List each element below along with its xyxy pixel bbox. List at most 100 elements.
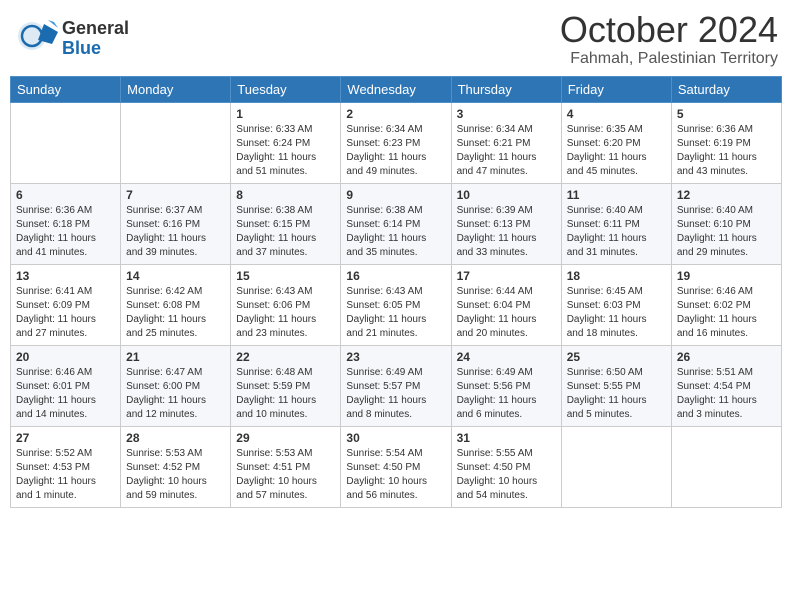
calendar-cell: 3 Sunrise: 6:34 AMSunset: 6:21 PMDaylight… xyxy=(451,102,561,183)
day-number: 17 xyxy=(457,269,556,283)
day-number: 26 xyxy=(677,350,776,364)
logo-text: General Blue xyxy=(62,19,129,59)
logo-icon xyxy=(14,14,58,58)
cell-sunrise: Sunrise: 6:47 AMSunset: 6:00 PMDaylight:… xyxy=(126,367,206,420)
day-number: 21 xyxy=(126,350,225,364)
calendar-cell: 9Sunrise: 6:38 AMSunset: 6:14 PMDaylight… xyxy=(341,183,451,264)
cell-sunrise: Sunrise: 6:34 AMSunset: 6:23 PMDaylight:… xyxy=(346,124,426,177)
calendar-cell: 4 Sunrise: 6:35 AMSunset: 6:20 PMDaylight… xyxy=(561,102,671,183)
cell-sunrise: Sunrise: 6:42 AMSunset: 6:08 PMDaylight:… xyxy=(126,286,206,339)
calendar-cell: 8 Sunrise: 6:38 AMSunset: 6:15 PMDaylight… xyxy=(231,183,341,264)
day-number: 20 xyxy=(16,350,115,364)
cell-sunrise: Sunrise: 6:46 AMSunset: 6:01 PMDaylight:… xyxy=(16,367,96,420)
cell-sunrise: Sunrise: 6:33 AMSunset: 6:24 PMDaylight:… xyxy=(236,124,316,177)
calendar-week-row: 27Sunrise: 5:52 AMSunset: 4:53 PMDayligh… xyxy=(11,426,782,507)
cell-sunrise: Sunrise: 6:44 AMSunset: 6:04 PMDaylight:… xyxy=(457,286,537,339)
calendar-cell: 31 Sunrise: 5:55 AMSunset: 4:50 PMDayligh… xyxy=(451,426,561,507)
calendar-cell: 23Sunrise: 6:49 AMSunset: 5:57 PMDayligh… xyxy=(341,345,451,426)
day-number: 8 xyxy=(236,188,335,202)
calendar-cell xyxy=(671,426,781,507)
day-number: 22 xyxy=(236,350,335,364)
title-area: October 2024 Fahmah, Palestinian Territo… xyxy=(560,10,778,68)
calendar-cell: 20 Sunrise: 6:46 AMSunset: 6:01 PMDayligh… xyxy=(11,345,121,426)
calendar-cell: 17 Sunrise: 6:44 AMSunset: 6:04 PMDayligh… xyxy=(451,264,561,345)
day-number: 2 xyxy=(346,107,445,121)
cell-sunrise: Sunrise: 5:53 AMSunset: 4:52 PMDaylight:… xyxy=(126,448,207,501)
cell-sunrise: Sunrise: 5:53 AMSunset: 4:51 PMDaylight:… xyxy=(236,448,317,501)
calendar-cell: 6 Sunrise: 6:36 AMSunset: 6:18 PMDaylight… xyxy=(11,183,121,264)
calendar-cell: 22 Sunrise: 6:48 AMSunset: 5:59 PMDayligh… xyxy=(231,345,341,426)
calendar-table: SundayMondayTuesdayWednesdayThursdayFrid… xyxy=(10,76,782,508)
day-number: 18 xyxy=(567,269,666,283)
calendar-cell: 2 Sunrise: 6:34 AMSunset: 6:23 PMDaylight… xyxy=(341,102,451,183)
calendar-cell: 29 Sunrise: 5:53 AMSunset: 4:51 PMDayligh… xyxy=(231,426,341,507)
calendar-day-header: Monday xyxy=(121,76,231,102)
cell-sunrise: Sunrise: 5:52 AMSunset: 4:53 PMDaylight:… xyxy=(16,448,96,501)
day-number: 6 xyxy=(16,188,115,202)
day-number: 12 xyxy=(677,188,776,202)
calendar-cell: 7 Sunrise: 6:37 AMSunset: 6:16 PMDaylight… xyxy=(121,183,231,264)
calendar-cell: 18 Sunrise: 6:45 AMSunset: 6:03 PMDayligh… xyxy=(561,264,671,345)
logo: General Blue xyxy=(14,14,129,63)
calendar-day-header: Sunday xyxy=(11,76,121,102)
calendar-day-header: Friday xyxy=(561,76,671,102)
day-number: 14 xyxy=(126,269,225,283)
cell-sunrise: Sunrise: 6:45 AMSunset: 6:03 PMDaylight:… xyxy=(567,286,647,339)
cell-sunrise: Sunrise: 6:36 AMSunset: 6:19 PMDaylight:… xyxy=(677,124,757,177)
cell-sunrise: Sunrise: 6:39 AMSunset: 6:13 PMDaylight:… xyxy=(457,205,537,258)
calendar-cell: 28Sunrise: 5:53 AMSunset: 4:52 PMDayligh… xyxy=(121,426,231,507)
month-title: October 2024 xyxy=(560,10,778,50)
calendar-day-header: Wednesday xyxy=(341,76,451,102)
calendar-cell: 24 Sunrise: 6:49 AMSunset: 5:56 PMDayligh… xyxy=(451,345,561,426)
calendar-day-header: Thursday xyxy=(451,76,561,102)
calendar-cell xyxy=(561,426,671,507)
cell-sunrise: Sunrise: 6:49 AMSunset: 5:56 PMDaylight:… xyxy=(457,367,537,420)
cell-sunrise: Sunrise: 6:36 AMSunset: 6:18 PMDaylight:… xyxy=(16,205,96,258)
day-number: 29 xyxy=(236,431,335,445)
day-number: 15 xyxy=(236,269,335,283)
calendar-day-header: Tuesday xyxy=(231,76,341,102)
calendar-cell: 15Sunrise: 6:43 AMSunset: 6:06 PMDayligh… xyxy=(231,264,341,345)
cell-sunrise: Sunrise: 6:34 AMSunset: 6:21 PMDaylight:… xyxy=(457,124,537,177)
day-number: 10 xyxy=(457,188,556,202)
day-number: 24 xyxy=(457,350,556,364)
calendar-cell: 27Sunrise: 5:52 AMSunset: 4:53 PMDayligh… xyxy=(11,426,121,507)
calendar-week-row: 20 Sunrise: 6:46 AMSunset: 6:01 PMDayligh… xyxy=(11,345,782,426)
calendar-week-row: 1 Sunrise: 6:33 AMSunset: 6:24 PMDaylight… xyxy=(11,102,782,183)
cell-sunrise: Sunrise: 6:40 AMSunset: 6:10 PMDaylight:… xyxy=(677,205,757,258)
cell-sunrise: Sunrise: 5:55 AMSunset: 4:50 PMDaylight:… xyxy=(457,448,538,501)
calendar-cell xyxy=(11,102,121,183)
calendar-cell: 19Sunrise: 6:46 AMSunset: 6:02 PMDayligh… xyxy=(671,264,781,345)
cell-sunrise: Sunrise: 6:49 AMSunset: 5:57 PMDaylight:… xyxy=(346,367,426,420)
cell-sunrise: Sunrise: 6:46 AMSunset: 6:02 PMDaylight:… xyxy=(677,286,757,339)
day-number: 5 xyxy=(677,107,776,121)
cell-sunrise: Sunrise: 6:38 AMSunset: 6:14 PMDaylight:… xyxy=(346,205,426,258)
day-number: 1 xyxy=(236,107,335,121)
logo-blue: Blue xyxy=(62,39,129,59)
page-header: General Blue October 2024 Fahmah, Palest… xyxy=(10,10,782,68)
cell-sunrise: Sunrise: 6:37 AMSunset: 6:16 PMDaylight:… xyxy=(126,205,206,258)
day-number: 7 xyxy=(126,188,225,202)
cell-sunrise: Sunrise: 6:41 AMSunset: 6:09 PMDaylight:… xyxy=(16,286,96,339)
cell-sunrise: Sunrise: 6:40 AMSunset: 6:11 PMDaylight:… xyxy=(567,205,647,258)
calendar-cell: 10 Sunrise: 6:39 AMSunset: 6:13 PMDayligh… xyxy=(451,183,561,264)
calendar-cell: 26 Sunrise: 5:51 AMSunset: 4:54 PMDayligh… xyxy=(671,345,781,426)
cell-sunrise: Sunrise: 6:35 AMSunset: 6:20 PMDaylight:… xyxy=(567,124,647,177)
day-number: 4 xyxy=(567,107,666,121)
cell-sunrise: Sunrise: 6:38 AMSunset: 6:15 PMDaylight:… xyxy=(236,205,316,258)
calendar-cell: 16Sunrise: 6:43 AMSunset: 6:05 PMDayligh… xyxy=(341,264,451,345)
calendar-cell: 30Sunrise: 5:54 AMSunset: 4:50 PMDayligh… xyxy=(341,426,451,507)
day-number: 3 xyxy=(457,107,556,121)
calendar-week-row: 13Sunrise: 6:41 AMSunset: 6:09 PMDayligh… xyxy=(11,264,782,345)
cell-sunrise: Sunrise: 6:48 AMSunset: 5:59 PMDaylight:… xyxy=(236,367,316,420)
day-number: 11 xyxy=(567,188,666,202)
day-number: 31 xyxy=(457,431,556,445)
calendar-header-row: SundayMondayTuesdayWednesdayThursdayFrid… xyxy=(11,76,782,102)
cell-sunrise: Sunrise: 5:51 AMSunset: 4:54 PMDaylight:… xyxy=(677,367,757,420)
calendar-cell: 1 Sunrise: 6:33 AMSunset: 6:24 PMDaylight… xyxy=(231,102,341,183)
calendar-cell: 12 Sunrise: 6:40 AMSunset: 6:10 PMDayligh… xyxy=(671,183,781,264)
cell-sunrise: Sunrise: 6:50 AMSunset: 5:55 PMDaylight:… xyxy=(567,367,647,420)
day-number: 16 xyxy=(346,269,445,283)
logo-general: General xyxy=(62,19,129,39)
calendar-cell: 13Sunrise: 6:41 AMSunset: 6:09 PMDayligh… xyxy=(11,264,121,345)
